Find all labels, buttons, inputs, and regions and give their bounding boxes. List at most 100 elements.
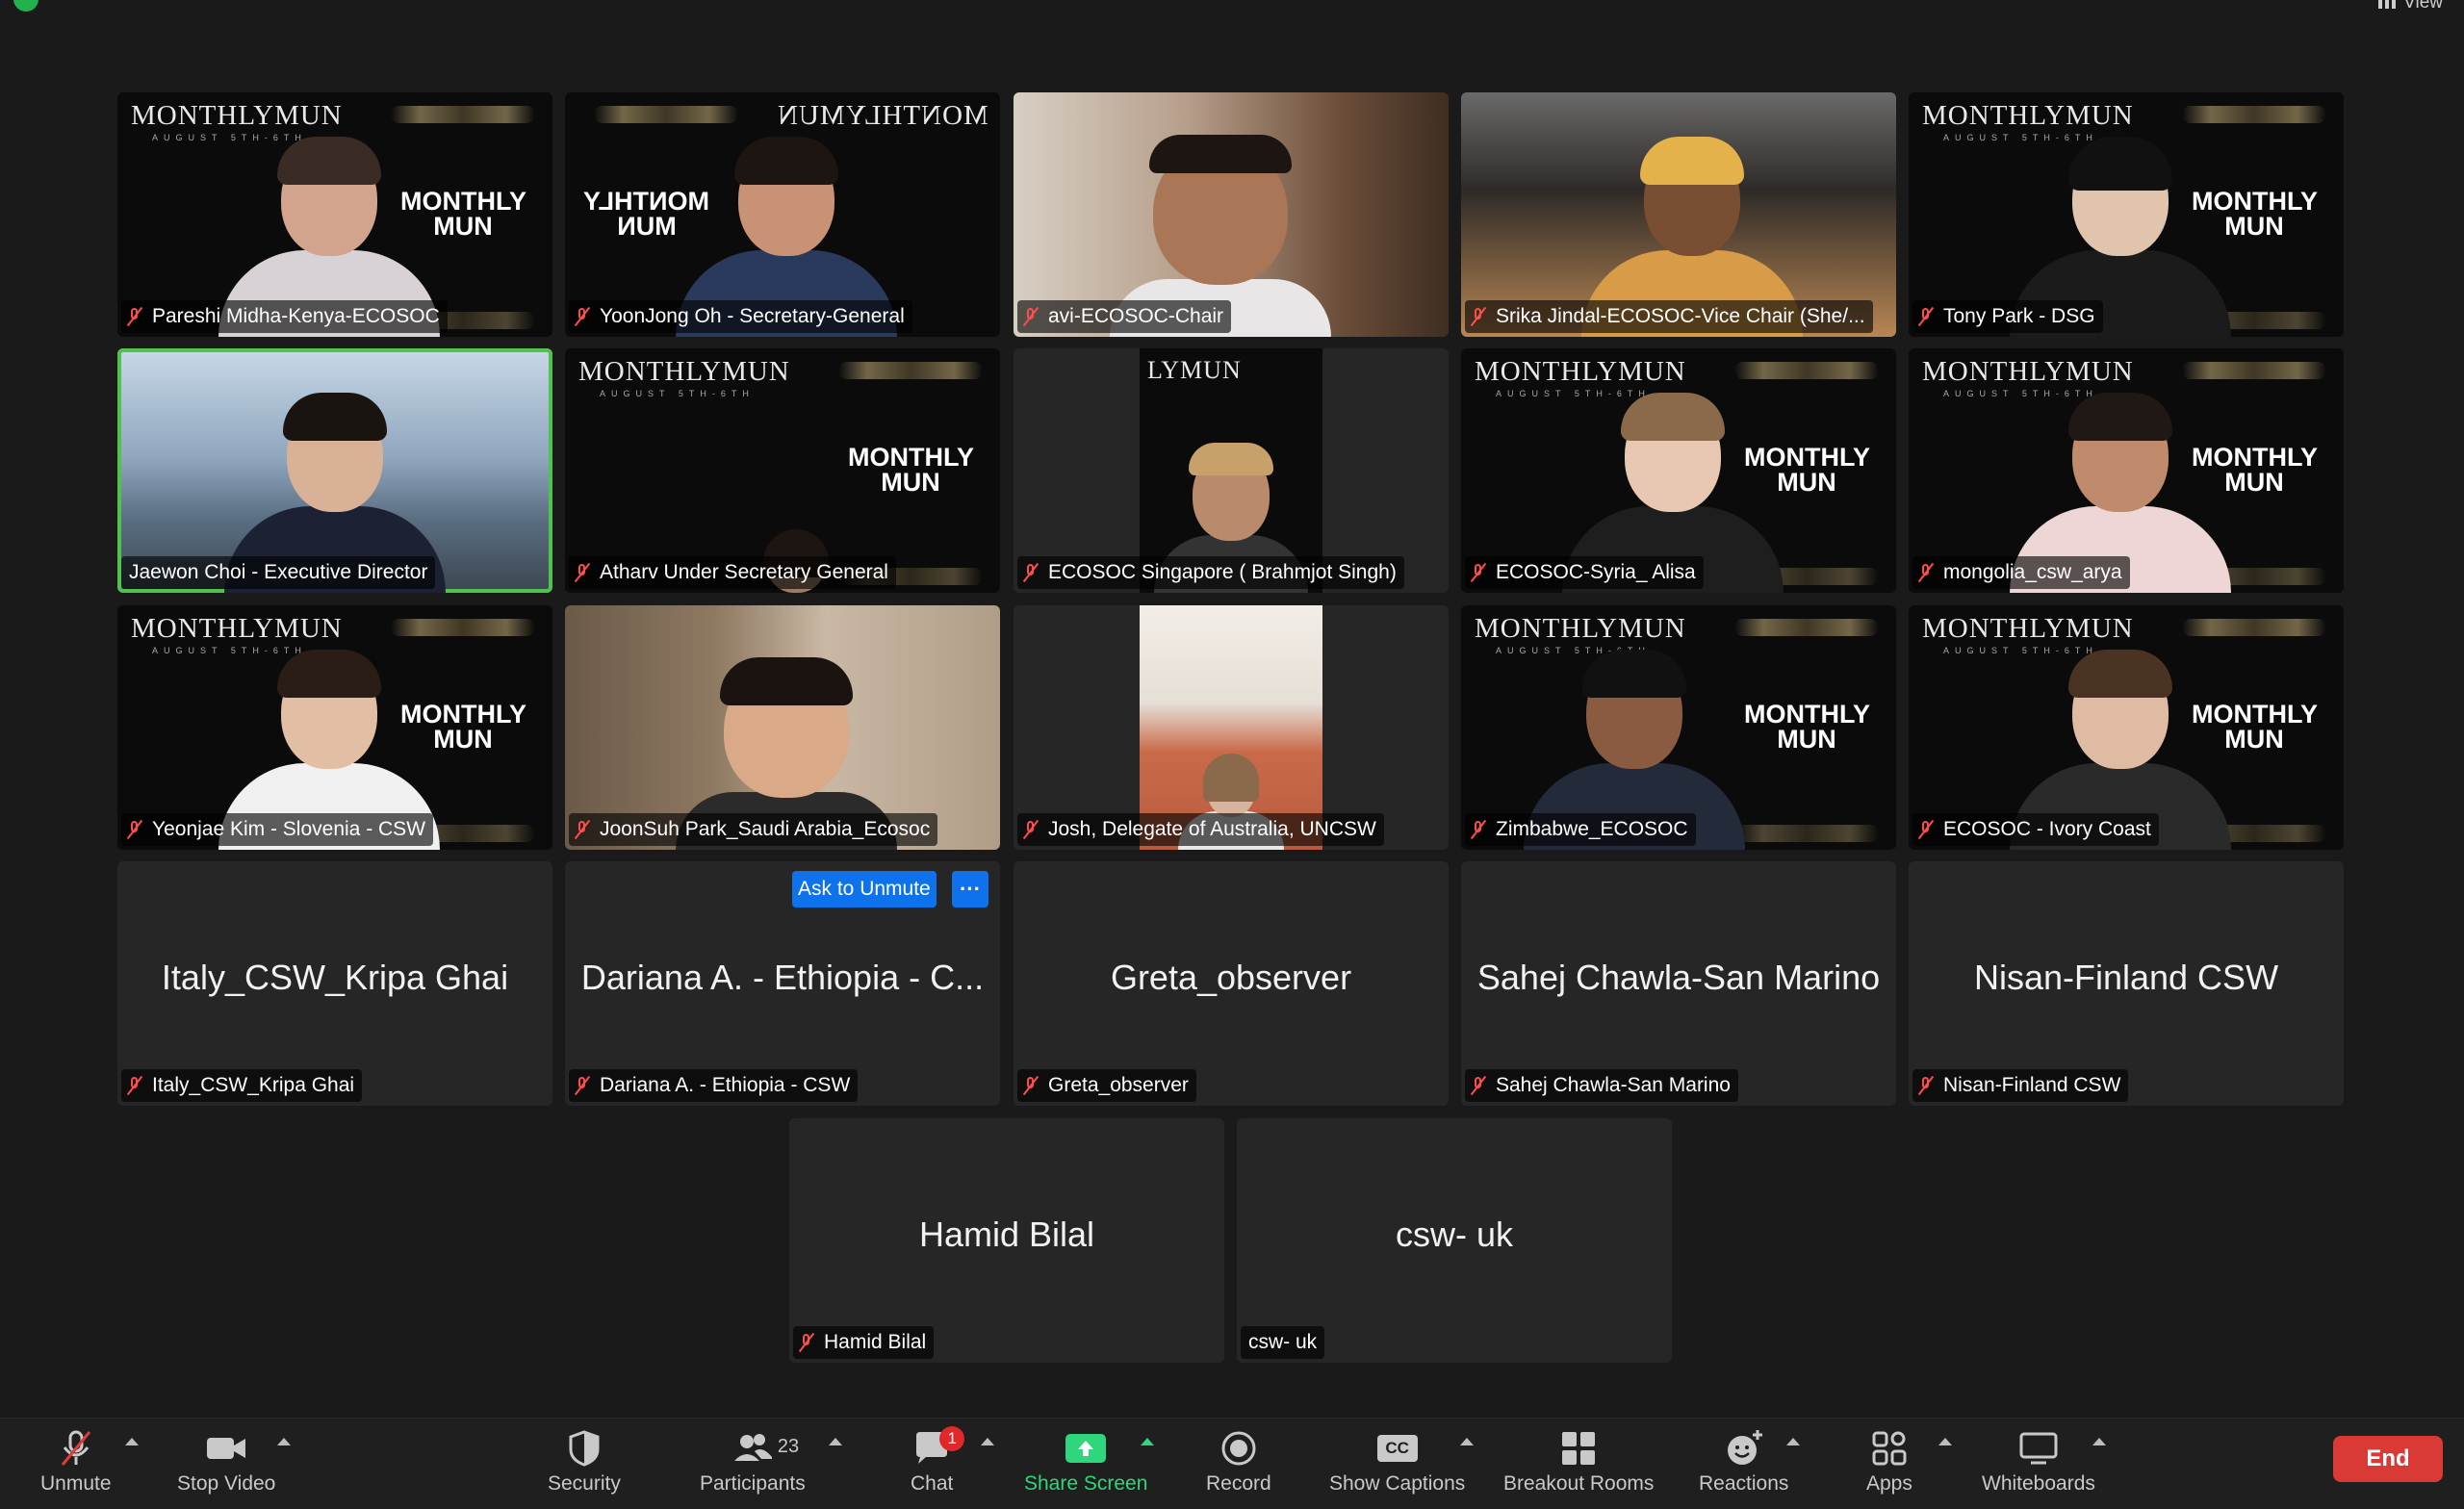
brand-text: MONTHLYMUN [1922, 100, 2134, 131]
whiteboard-icon [2017, 1428, 2060, 1469]
participant-display-name: csw- uk [1395, 1215, 1513, 1254]
muted-mic-icon [127, 820, 142, 839]
muted-mic-icon [1918, 1076, 1934, 1095]
flourish-decoration [391, 106, 535, 123]
whiteboards-button[interactable]: Whiteboards [1982, 1428, 2095, 1496]
reactions-options-caret[interactable] [1786, 1438, 1800, 1445]
participant-display-name: Sahej Chawla-San Marino [1476, 958, 1881, 997]
share-screen-button[interactable]: Share Screen [1024, 1428, 1147, 1496]
participant-name: Nisan-Finland CSW [1943, 1074, 2121, 1096]
participant-name-label: Italy_CSW_Kripa Ghai [121, 1069, 363, 1102]
muted-mic-icon [575, 307, 590, 326]
reactions-label: Reactions [1699, 1472, 1789, 1495]
flourish-decoration [2182, 106, 2326, 123]
participant-name-label: ECOSOC Singapore ( Brahmjot Singh) [1017, 556, 1404, 589]
flourish-decoration [1734, 362, 1879, 379]
breakout-rooms-button[interactable]: Breakout Rooms [1503, 1428, 1654, 1496]
participant-name: JoonSuh Park_Saudi Arabia_Ecosoc [600, 818, 931, 840]
whiteboards-options-caret[interactable] [2092, 1438, 2106, 1445]
audio-options-caret[interactable] [125, 1438, 139, 1445]
participants-label: Participants [700, 1472, 806, 1495]
muted-mic-icon [1023, 563, 1039, 582]
participant-display-name: Dariana A. - Ethiopia - C... [580, 958, 985, 997]
video-tile[interactable]: MONTHLYMUN AUGUST 5TH-6TH MONTHLY MUN Par… [117, 92, 552, 337]
participant-name: ECOSOC Singapore ( Brahmjot Singh) [1048, 561, 1397, 583]
participant-name: ECOSOC-Syria_ Alisa [1496, 561, 1696, 583]
brand-text: MONTHLYMUN [1922, 613, 2134, 644]
more-options-button[interactable]: ··· [952, 871, 988, 908]
show-captions-button[interactable]: CC Show Captions [1329, 1428, 1465, 1496]
participant-name: Sahej Chawla-San Marino [1496, 1074, 1731, 1096]
video-tile[interactable]: LYMUN ECOSOC Singapore ( Brahmjot Singh) [1014, 348, 1449, 593]
participants-options-caret[interactable] [829, 1438, 842, 1445]
muted-mic-icon [1023, 307, 1039, 326]
ask-to-unmute-button[interactable]: Ask to Unmute [792, 871, 937, 908]
participant-name: Zimbabwe_ECOSOC [1496, 818, 1688, 840]
brand-text: MONTHLYMUN [131, 613, 343, 644]
participant-display-name: Italy_CSW_Kripa Ghai [161, 958, 509, 997]
participant-name: Atharv Under Secretary General [600, 561, 888, 583]
video-tile[interactable]: MONTHLYMUN AUGUST 5TH-6TH MONTHLY MUN Zim… [1461, 605, 1896, 850]
participant-name-label: ECOSOC-Syria_ Alisa [1465, 556, 1704, 589]
captions-options-caret[interactable] [1460, 1438, 1474, 1445]
video-tile[interactable]: MONTHLYMUN AUGUST 5TH-6TH MONTHLY MUN ECO… [1461, 348, 1896, 593]
video-tile[interactable]: MONTHLYMUN AUGUST 5TH-6TH MONTHLY MUN Ath… [565, 348, 1000, 593]
muted-mic-icon [127, 1076, 142, 1095]
flourish-decoration [594, 106, 738, 123]
participant-name: Josh, Delegate of Australia, UNCSW [1048, 818, 1376, 840]
apps-button[interactable]: Apps [1866, 1428, 1912, 1496]
muted-mic-icon [1023, 820, 1039, 839]
stop-video-button[interactable]: Stop Video [177, 1428, 275, 1496]
smiley-plus-icon [1723, 1428, 1765, 1469]
breakout-rooms-label: Breakout Rooms [1503, 1472, 1655, 1495]
video-options-caret[interactable] [277, 1438, 291, 1445]
video-tile[interactable]: MONTHLYMUN AUGUST 5TH-6TH MONTHLY MUN Ton… [1909, 92, 2344, 337]
audio-tile[interactable]: csw- uk csw- uk [1237, 1118, 1672, 1363]
audio-tile[interactable]: Nisan-Finland CSW Nisan-Finland CSW [1909, 861, 2344, 1106]
end-meeting-button[interactable]: End [2333, 1436, 2443, 1482]
flourish-decoration [1734, 619, 1879, 636]
participants-button[interactable]: 23 Participants [700, 1428, 806, 1496]
brand-subtitle: AUGUST 5TH-6TH [1943, 133, 2098, 142]
flourish-decoration [838, 362, 983, 379]
participant-name: Yeonjae Kim - Slovenia - CSW [152, 818, 426, 840]
participant-display-name: Greta_observer [1110, 958, 1352, 997]
audio-tile[interactable]: Hamid Bilal Hamid Bilal [789, 1118, 1224, 1363]
unmute-button[interactable]: Unmute [40, 1428, 112, 1496]
brand-text: MONTHLYMUN [1475, 356, 1686, 387]
video-tile[interactable]: avi-ECOSOC-Chair [1014, 92, 1449, 337]
participants-count: 23 [777, 1436, 800, 1457]
video-tile[interactable]: MONTHLYMUN AUGUST 5TH-6TH MONTHLY MUN mon… [1909, 348, 2344, 593]
record-button[interactable]: Record [1206, 1428, 1271, 1496]
encryption-shield-icon[interactable] [13, 0, 38, 12]
brand-text: MONTHLYMUN [777, 100, 988, 131]
apps-label: Apps [1866, 1472, 1912, 1495]
participant-display-name: Nisan-Finland CSW [1973, 958, 2279, 997]
brand-subtitle: AUGUST 5TH-6TH [600, 389, 755, 398]
audio-tile[interactable]: Italy_CSW_Kripa Ghai Italy_CSW_Kripa Gha… [117, 861, 552, 1106]
chat-button[interactable]: 1 Chat [911, 1426, 965, 1496]
share-options-caret[interactable] [1141, 1438, 1154, 1445]
chat-label: Chat [911, 1472, 954, 1495]
video-tile[interactable]: MONTHLYMUN AUGUST 5TH-6TH MONTHLY MUN ECO… [1909, 605, 2344, 850]
audio-tile[interactable]: Ask to Unmute ··· Dariana A. - Ethiopia … [565, 861, 1000, 1106]
chat-options-caret[interactable] [981, 1438, 994, 1445]
reactions-button[interactable]: Reactions [1699, 1428, 1788, 1496]
participant-name: Italy_CSW_Kripa Ghai [152, 1074, 355, 1096]
audio-tile[interactable]: Greta_observer Greta_observer [1014, 861, 1449, 1106]
video-tile[interactable]: MONTHLYMUN MONTHLY MUN YoonJong Oh - Secr… [565, 92, 1000, 337]
video-tile-active-speaker[interactable]: Jaewon Choi - Executive Director [117, 348, 552, 593]
audio-tile[interactable]: Sahej Chawla-San Marino Sahej Chawla-San… [1461, 861, 1896, 1106]
video-tile[interactable]: JoonSuh Park_Saudi Arabia_Ecosoc [565, 605, 1000, 850]
apps-options-caret[interactable] [1938, 1438, 1952, 1445]
video-tile[interactable]: Srika Jindal-ECOSOC-Vice Chair (She/... [1461, 92, 1896, 337]
security-button[interactable]: Security [548, 1428, 621, 1496]
participant-name: Tony Park - DSG [1943, 305, 2095, 327]
view-button[interactable]: View [2378, 0, 2443, 13]
breakout-rooms-icon [1558, 1428, 1599, 1469]
video-tile[interactable]: MONTHLYMUN AUGUST 5TH-6TH MONTHLY MUN Yeo… [117, 605, 552, 850]
participant-name-label: Sahej Chawla-San Marino [1465, 1069, 1738, 1102]
chat-bubble-icon: 1 [911, 1426, 965, 1469]
video-tile[interactable]: Josh, Delegate of Australia, UNCSW [1014, 605, 1449, 850]
muted-mic-icon [799, 1333, 814, 1352]
